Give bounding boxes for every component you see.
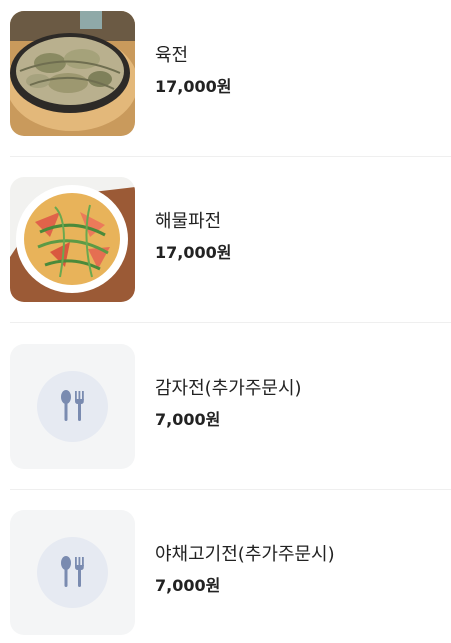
menu-item-name: 야채고기전(추가주문시) bbox=[155, 544, 335, 565]
menu-item-image bbox=[10, 344, 135, 469]
menu-item-price: 7,000원 bbox=[155, 410, 221, 429]
divider bbox=[10, 156, 451, 157]
placeholder-circle bbox=[37, 371, 108, 442]
utensils-placeholder-icon bbox=[61, 390, 84, 421]
divider bbox=[10, 322, 451, 323]
utensils-placeholder-icon bbox=[61, 556, 84, 587]
menu-item-name: 해물파전 bbox=[155, 211, 222, 232]
menu-item-haemul-pajeon[interactable]: 해물파전 17,000원 bbox=[0, 166, 451, 332]
menu-item-price: 17,000원 bbox=[155, 243, 232, 262]
menu-item-image bbox=[10, 177, 135, 302]
menu-item-name: 육전 bbox=[155, 45, 189, 66]
menu-item-name: 감자전(추가주문시) bbox=[155, 378, 302, 399]
menu-item-yachae-gogijeon[interactable]: 야채고기전(추가주문시) 7,000원 bbox=[0, 499, 451, 643]
menu-item-yukjeon[interactable]: 육전 17,000원 bbox=[0, 0, 451, 166]
menu-item-price: 17,000원 bbox=[155, 77, 232, 96]
divider bbox=[10, 489, 451, 490]
menu-item-gamjajeon[interactable]: 감자전(추가주문시) 7,000원 bbox=[0, 333, 451, 499]
menu-item-price: 7,000원 bbox=[155, 576, 221, 595]
menu-item-image bbox=[10, 11, 135, 136]
menu-item-image bbox=[10, 510, 135, 635]
placeholder-circle bbox=[37, 537, 108, 608]
